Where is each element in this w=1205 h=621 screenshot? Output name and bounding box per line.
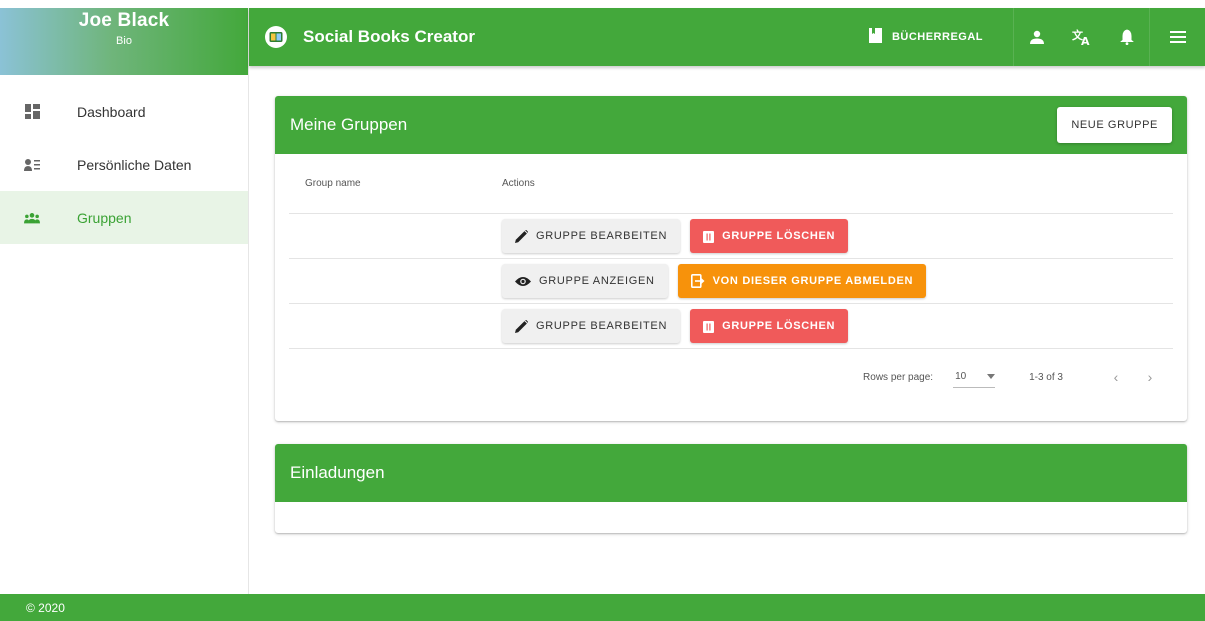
profile-role: Bio xyxy=(116,35,132,47)
sidebar-item-label: Dashboard xyxy=(77,103,146,120)
column-header-actions: Actions xyxy=(502,178,535,189)
leave-group-button[interactable]: VON DIESER GRUPPE ABMELDEN xyxy=(677,264,927,298)
table-row: GRUPPE BEARBEITEN GRUPPE LÖSCHEN xyxy=(289,304,1173,349)
page-range: 1-3 of 3 xyxy=(1029,371,1063,383)
table-pagination: Rows per page: 10 1-3 of 3 ‹ › xyxy=(289,349,1173,405)
table-header: Group name Actions xyxy=(289,154,1173,214)
groups-icon xyxy=(24,210,40,226)
app-logo-icon[interactable] xyxy=(265,26,287,48)
bookshelf-button[interactable]: BÜCHERREGAL xyxy=(849,8,1014,66)
book-icon xyxy=(868,28,882,46)
trash-icon xyxy=(703,230,715,243)
sidebar-item-label: Gruppen xyxy=(77,209,132,226)
trash-icon xyxy=(703,320,715,333)
profile-name: Joe Black xyxy=(78,10,170,31)
person-list-icon xyxy=(24,157,40,173)
bell-icon[interactable] xyxy=(1104,8,1149,66)
groups-card-title: Meine Gruppen xyxy=(290,115,408,134)
rows-per-page-label: Rows per page: xyxy=(863,371,934,383)
table-row: GRUPPE ANZEIGEN VON DIESER GRUPPE ABMELD… xyxy=(289,259,1173,304)
sidebar-nav: Dashboard Persönliche Daten Gruppen xyxy=(0,85,248,244)
sidebar-item-label: Persönliche Daten xyxy=(77,156,192,173)
column-header-group-name[interactable]: Group name xyxy=(289,178,502,189)
svg-text:A: A xyxy=(1081,35,1090,46)
leave-group-label: VON DIESER GRUPPE ABMELDEN xyxy=(712,275,914,287)
view-group-label: GRUPPE ANZEIGEN xyxy=(539,275,655,287)
sidebar-item-personal-data[interactable]: Persönliche Daten xyxy=(0,138,248,191)
edit-group-button[interactable]: GRUPPE BEARBEITEN xyxy=(502,219,681,253)
groups-card: Meine Gruppen NEUE GRUPPE Group name Act… xyxy=(275,96,1187,421)
invitations-card-header: Einladungen xyxy=(275,444,1187,502)
previous-page-icon[interactable]: ‹ xyxy=(1105,369,1127,385)
table-row: GRUPPE BEARBEITEN GRUPPE LÖSCHEN xyxy=(289,214,1173,259)
dropdown-arrow-icon xyxy=(987,371,996,382)
footer: © 2020 xyxy=(0,594,1205,621)
translate-icon[interactable]: 文A xyxy=(1059,8,1104,66)
dashboard-icon xyxy=(24,104,40,120)
pencil-icon xyxy=(515,229,528,243)
eye-icon xyxy=(515,276,531,287)
invitations-card: Einladungen xyxy=(275,444,1187,533)
profile-header: Joe Black Bio xyxy=(0,8,248,75)
rows-per-page-select[interactable]: 10 xyxy=(953,366,996,388)
sidebar: Joe Black Bio Dashboard Persönliche Date… xyxy=(0,8,249,594)
person-icon[interactable] xyxy=(1014,8,1059,66)
sidebar-item-dashboard[interactable]: Dashboard xyxy=(0,85,248,138)
app-title[interactable]: Social Books Creator xyxy=(303,27,475,47)
invitations-card-title: Einladungen xyxy=(290,463,385,482)
delete-group-button[interactable]: GRUPPE LÖSCHEN xyxy=(690,309,849,343)
delete-group-label: GRUPPE LÖSCHEN xyxy=(722,230,836,242)
copyright-text: © 2020 xyxy=(26,600,65,615)
next-page-icon[interactable]: › xyxy=(1139,369,1161,385)
exit-icon xyxy=(690,274,705,288)
groups-card-header: Meine Gruppen NEUE GRUPPE xyxy=(275,96,1187,154)
pencil-icon xyxy=(515,319,528,333)
app-bar: Social Books Creator BÜCHERREGAL 文A xyxy=(249,8,1205,66)
menu-icon[interactable] xyxy=(1149,8,1205,66)
rows-per-page-value: 10 xyxy=(955,371,967,382)
groups-table: Group name Actions GRUPPE BEARBEITEN GRU… xyxy=(289,154,1173,405)
bookshelf-label: BÜCHERREGAL xyxy=(891,31,983,43)
sidebar-item-groups[interactable]: Gruppen xyxy=(0,191,248,244)
delete-group-button[interactable]: GRUPPE LÖSCHEN xyxy=(690,219,849,253)
edit-group-label: GRUPPE BEARBEITEN xyxy=(536,230,668,242)
delete-group-label: GRUPPE LÖSCHEN xyxy=(722,320,836,332)
edit-group-button[interactable]: GRUPPE BEARBEITEN xyxy=(502,309,681,343)
new-group-button[interactable]: NEUE GRUPPE xyxy=(1057,107,1172,143)
edit-group-label: GRUPPE BEARBEITEN xyxy=(536,320,668,332)
view-group-button[interactable]: GRUPPE ANZEIGEN xyxy=(502,264,668,298)
